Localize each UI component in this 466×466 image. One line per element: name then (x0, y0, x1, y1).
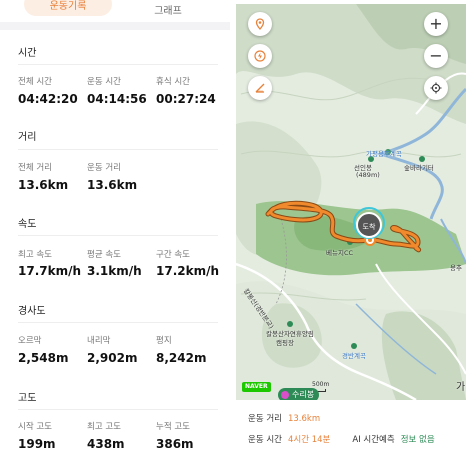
section-speed: 속도 최고 속도 17.7km/h 평균 속도 3.1km/h 구간 속도 17… (0, 204, 230, 290)
naver-logo: NAVER (242, 382, 271, 392)
section-distance: 거리 전체 거리 13.6km 운동 거리 13.6km (0, 116, 230, 204)
stat-value: 17.7km/h (18, 264, 82, 278)
place-label: 가 (456, 382, 466, 393)
distance-row: 운동 거리 13.6km (248, 412, 320, 424)
stat-value: 199m (18, 437, 56, 451)
section-title: 속도 (18, 219, 37, 230)
stat-label: 최고 고도 (87, 422, 121, 432)
stat-value: 17.2km/h (156, 264, 220, 278)
time-row: 운동 시간 4시간 14분 AI 시간예측 정보 없음 (248, 433, 435, 445)
stat-label: 운동 거리 (87, 163, 121, 173)
plus-icon: + (429, 14, 443, 33)
map-panel: + − 가평용추계곡 선인봉 (489m) 숲바라기터 베뉴지CC 칼봉산자연휴… (236, 0, 466, 466)
place-label: 숲바라기터 (404, 164, 434, 172)
locate-button[interactable] (424, 76, 448, 100)
time-label: 운동 시간 (248, 435, 282, 445)
ai-prediction-value: 정보 없음 (400, 435, 435, 445)
lightning-icon (254, 50, 266, 62)
pin-button[interactable] (248, 12, 272, 36)
stats-panel: 운동기록 그래프 시간 전체 시간 04:42:20 운동 시간 04:14:5… (0, 0, 230, 466)
stat-value: 2,902m (87, 351, 138, 365)
stat-value: 13.6km (87, 178, 138, 192)
section-time: 시간 전체 시간 04:42:20 운동 시간 04:14:56 휴식 시간 0… (0, 30, 230, 122)
place-label: (489m) (356, 171, 380, 179)
distance-value: 13.6km (287, 414, 321, 424)
stat-label: 평지 (156, 336, 172, 346)
ruler-icon (255, 83, 265, 93)
time-value: 4시간 14분 (287, 435, 331, 445)
tab-bar: 운동기록 그래프 (0, 0, 230, 22)
stat-label: 휴식 시간 (156, 77, 190, 87)
place-label: 용추 (450, 264, 462, 272)
tab-graph[interactable]: 그래프 (120, 2, 216, 17)
divider (18, 409, 218, 410)
zoom-out-button[interactable]: − (424, 44, 448, 68)
zoom-in-button[interactable]: + (424, 12, 448, 36)
stat-value: 04:42:20 (18, 92, 78, 106)
section-title: 경사도 (18, 306, 46, 317)
divider (18, 235, 218, 236)
section-altitude: 고도 시작 고도 199m 최고 고도 438m 누적 고도 386m (0, 378, 230, 466)
stat-label: 최고 속도 (18, 250, 52, 260)
stat-label: 누적 고도 (156, 422, 190, 432)
stat-value: 13.6km (18, 178, 69, 192)
stat-label: 구간 속도 (156, 250, 190, 260)
section-title: 시간 (18, 48, 37, 59)
pin-icon (255, 18, 265, 30)
minus-icon: − (429, 46, 443, 65)
section-title: 거리 (18, 132, 37, 143)
stat-label: 운동 시간 (87, 77, 121, 87)
stat-label: 평균 속도 (87, 250, 121, 260)
section-title: 고도 (18, 393, 37, 404)
arrival-marker[interactable]: 도착 (356, 212, 382, 238)
place-label: 캠핑장 (276, 339, 294, 347)
section-slope: 경사도 오르막 2,548m 내리막 2,902m 평지 8,242m (0, 290, 230, 378)
stat-label: 전체 시간 (18, 77, 52, 87)
distance-label: 운동 거리 (248, 414, 282, 424)
place-label: 경반계곡 (342, 352, 366, 360)
route-info: 운동 거리 13.6km 운동 시간 4시간 14분 AI 시간예측 정보 없음 (236, 400, 466, 466)
place-label: 가평용추계곡 (366, 150, 402, 158)
stat-label: 시작 고도 (18, 422, 52, 432)
locate-icon (430, 82, 442, 94)
stat-label: 내리막 (87, 336, 111, 346)
stat-value: 386m (156, 437, 194, 451)
tab-exercise-record[interactable]: 운동기록 (24, 0, 112, 16)
stat-value: 00:27:24 (156, 92, 216, 106)
stat-value: 3.1km/h (87, 264, 142, 278)
stat-value: 2,548m (18, 351, 69, 365)
divider (18, 149, 218, 150)
measure-button[interactable] (248, 76, 272, 100)
stat-value: 8,242m (156, 351, 207, 365)
route-map[interactable]: + − 가평용추계곡 선인봉 (489m) 숲바라기터 베뉴지CC 칼봉산자연휴… (236, 4, 466, 400)
scale-label: 500m (312, 381, 330, 388)
place-label: 베뉴지CC (326, 249, 354, 257)
stat-value: 438m (87, 437, 125, 451)
stat-value: 04:14:56 (87, 92, 147, 106)
stat-label: 전체 거리 (18, 163, 52, 173)
poi-chip[interactable]: 수리봉 (278, 388, 320, 400)
ai-prediction-label: AI 시간예측 (352, 435, 395, 445)
divider (18, 64, 218, 65)
divider (18, 322, 218, 323)
stat-label: 오르막 (18, 336, 42, 346)
speed-button[interactable] (248, 44, 272, 68)
